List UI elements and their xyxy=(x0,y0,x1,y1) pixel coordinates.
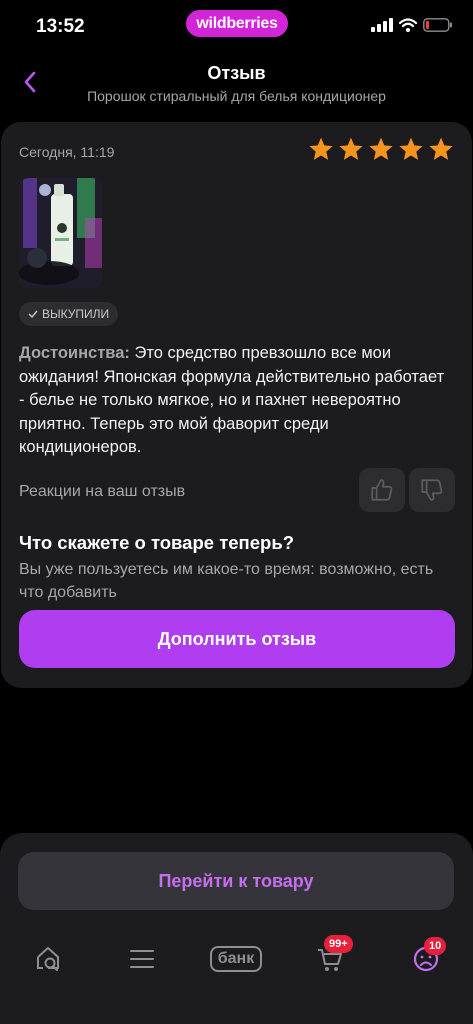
go-to-product-button[interactable]: Перейти к товару xyxy=(18,852,454,910)
star-icon xyxy=(369,137,393,160)
battery-icon xyxy=(423,18,452,32)
menu-icon xyxy=(130,950,154,968)
profile-notification-badge: 10 xyxy=(424,937,447,955)
cart-count-badge: 99+ xyxy=(324,935,353,953)
home-search-icon xyxy=(37,947,59,971)
dislike-button[interactable] xyxy=(409,468,455,512)
tab-bank[interactable]: банк xyxy=(205,939,267,979)
tab-profile[interactable]: 10 xyxy=(406,937,447,979)
status-time: 13:52 xyxy=(36,16,85,37)
page-title: Отзыв xyxy=(207,63,266,83)
status-icons xyxy=(371,18,453,32)
product-photo-image xyxy=(19,178,102,288)
brand-logo: wildberries xyxy=(186,10,288,37)
review-text: Достоинства: Это средство превзошло все … xyxy=(19,342,449,460)
star-icon xyxy=(309,137,333,160)
tab-catalog[interactable] xyxy=(122,939,162,979)
review-date: Сегодня, 11:19 xyxy=(19,144,115,160)
star-icon xyxy=(339,137,363,160)
purchased-badge-label: ВЫКУПИЛИ xyxy=(42,307,110,321)
thumbs-down-icon xyxy=(421,479,443,501)
review-card: Сегодня, 11:19 ВЫКУПИЛИ Достоинства: Это… xyxy=(1,122,472,688)
like-button[interactable] xyxy=(359,468,405,512)
star-icon xyxy=(399,137,423,160)
bank-label: банк xyxy=(209,946,263,972)
followup-title: Что скажете о товаре теперь? xyxy=(19,532,294,553)
product-subtitle: Порошок стиральный для белья кондиционер xyxy=(87,88,386,104)
cellular-signal-icon xyxy=(371,18,393,32)
star-icon xyxy=(429,137,453,160)
purchased-badge: ВЫКУПИЛИ xyxy=(19,302,119,326)
check-icon xyxy=(28,310,38,319)
bottom-panel: Перейти к товару банк 99+ 10 xyxy=(0,833,473,1024)
wifi-icon xyxy=(399,18,417,32)
advantages-label: Достоинства: xyxy=(19,344,130,362)
review-photo[interactable] xyxy=(19,178,102,288)
reactions-label: Реакции на ваш отзыв xyxy=(19,483,186,500)
rating-stars xyxy=(308,136,454,162)
followup-text: Вы уже пользуетесь им какое-то время: во… xyxy=(19,561,434,601)
thumbs-up-icon xyxy=(371,479,393,501)
tab-home[interactable] xyxy=(28,939,68,979)
add-to-review-button[interactable]: Дополнить отзыв xyxy=(19,610,455,668)
tab-cart[interactable]: 99+ xyxy=(310,935,353,979)
